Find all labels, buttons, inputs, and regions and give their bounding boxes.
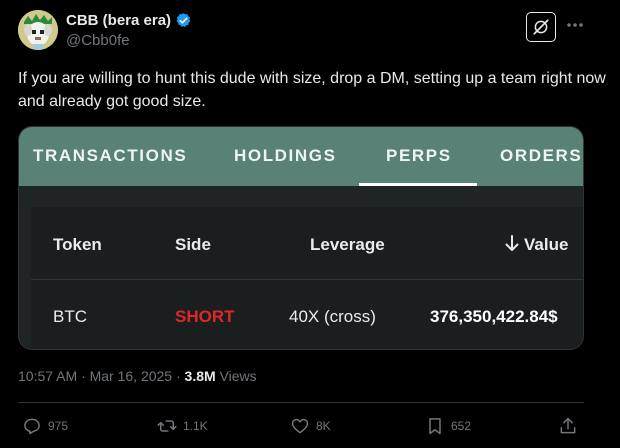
bookmark-count: 652 [451, 419, 472, 433]
tweet-text: If you are willing to hunt this dude wit… [18, 70, 606, 110]
column-header-value[interactable]: Value [505, 235, 568, 255]
cell-value: 376,350,422.84$ [430, 307, 558, 326]
grok-button[interactable] [526, 12, 556, 42]
like-count: 8K [316, 419, 331, 433]
cell-side: SHORT [175, 307, 235, 326]
avatar-pixel-art-icon [18, 10, 58, 50]
column-header-value-label: Value [524, 235, 569, 254]
timestamp[interactable]: 10:57 AM · Mar 16, 2025 · [18, 368, 181, 384]
column-header-side: Side [175, 235, 211, 254]
tab-perps[interactable]: PERPS [386, 146, 452, 166]
cell-token: BTC [53, 307, 87, 326]
repost-button[interactable]: 1.1K [157, 416, 208, 436]
column-header-leverage: Leverage [310, 235, 385, 254]
media-card[interactable]: TRANSACTIONS HOLDINGS PERPS ORDERS Token… [18, 126, 584, 350]
verified-badge-icon [176, 13, 191, 27]
reply-count: 975 [48, 419, 69, 433]
table-divider [31, 279, 583, 280]
grok-icon [533, 19, 549, 35]
views-count: 3.8M [184, 368, 216, 384]
repost-icon [157, 420, 177, 432]
like-button[interactable]: 8K [290, 416, 331, 436]
heart-icon [291, 418, 309, 434]
more-options-button[interactable] [564, 14, 586, 36]
sort-down-arrow-icon [505, 235, 519, 251]
views-label: Views [219, 368, 257, 384]
author-handle[interactable]: @Cbb0fe [66, 32, 130, 49]
bookmark-button[interactable]: 652 [425, 416, 471, 436]
divider [18, 402, 584, 403]
active-tab-indicator [359, 183, 477, 186]
share-icon [560, 417, 576, 434]
tweet-meta: 10:57 AM · Mar 16, 2025 · 3.8M Views [18, 368, 257, 384]
share-button[interactable] [558, 416, 578, 436]
display-name[interactable]: CBB (bera era) [66, 12, 171, 29]
reply-button[interactable]: 975 [22, 416, 68, 436]
cell-leverage: 40X (cross) [289, 307, 376, 326]
column-header-token: Token [53, 235, 102, 254]
tab-transactions[interactable]: TRANSACTIONS [33, 146, 187, 166]
reply-icon [24, 418, 40, 435]
card-tab-bar: TRANSACTIONS HOLDINGS PERPS ORDERS [19, 127, 583, 186]
more-dots-icon [567, 23, 583, 27]
repost-count: 1.1K [183, 419, 208, 433]
avatar[interactable] [18, 10, 58, 50]
bookmark-icon [429, 418, 441, 435]
tweet-page: CBB (bera era) @Cbb0fe If you are willin… [0, 0, 620, 448]
tab-orders[interactable]: ORDERS [500, 146, 582, 166]
author-name-row: CBB (bera era) [66, 12, 192, 29]
tab-holdings[interactable]: HOLDINGS [234, 146, 337, 166]
